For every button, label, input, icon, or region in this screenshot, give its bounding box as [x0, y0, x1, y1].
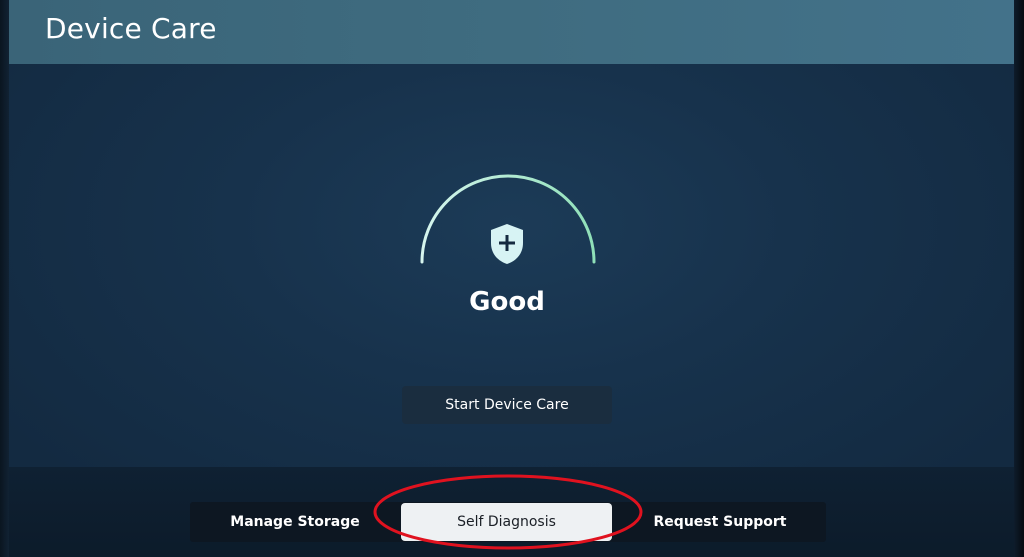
header-bar: Device Care [9, 0, 1014, 64]
tab-manage-storage[interactable]: Manage Storage [190, 502, 400, 542]
left-bezel [0, 0, 9, 557]
device-care-screen: Device Care Good Start Device Care Manag… [0, 0, 1024, 557]
tab-self-diagnosis[interactable]: Self Diagnosis [401, 503, 612, 541]
tab-request-support[interactable]: Request Support [614, 502, 826, 542]
shield-plus-icon [491, 224, 523, 264]
start-device-care-button[interactable]: Start Device Care [402, 386, 612, 424]
device-status-label: Good [469, 287, 545, 317]
right-bezel [1014, 0, 1024, 557]
page-title: Device Care [45, 12, 217, 45]
